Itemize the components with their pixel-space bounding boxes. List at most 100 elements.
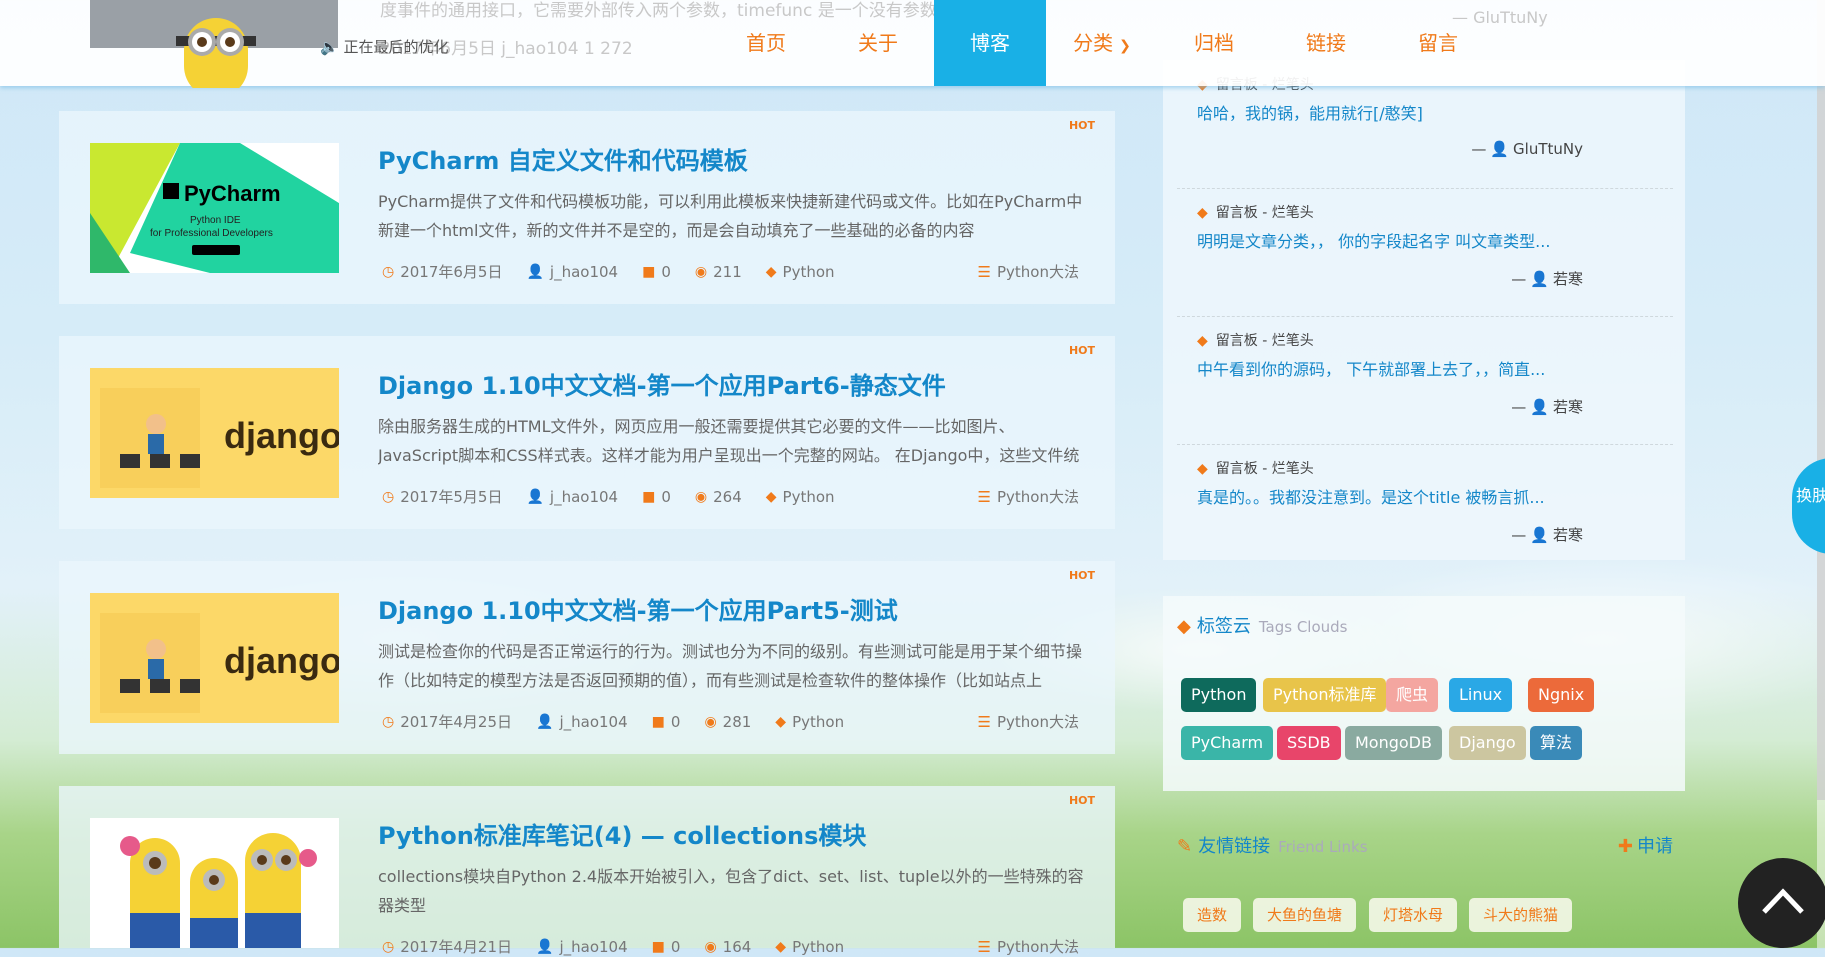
clock-icon: ◷ xyxy=(382,263,395,280)
plus-icon: ✚ xyxy=(1617,836,1633,857)
hot-badge: HOT xyxy=(1068,794,1095,807)
post-title[interactable]: Python标准库笔记(4) — collections模块 xyxy=(378,816,866,851)
tag-icon: ◆ xyxy=(775,938,787,955)
nav-item-guestbook[interactable]: 留言 xyxy=(1382,0,1494,86)
post-category[interactable]: ☰ Python大法 xyxy=(978,936,1079,957)
post-title[interactable]: Django 1.10中文文档-第一个应用Part5-测试 xyxy=(378,591,898,626)
user-icon: 👤 xyxy=(536,938,554,955)
nav-item-archive[interactable]: 归档 xyxy=(1158,0,1270,86)
post-card: Python标准库笔记(4) — collections模块 collectio… xyxy=(59,786,1115,956)
friend-links-panel: ✎ 友情链接 Friend Links ✚ 申请 造数 大鱼的鱼塘 灯塔水母 斗大的熊… xyxy=(1163,832,1685,948)
hot-badge: HOT xyxy=(1068,119,1095,132)
clock-icon: ◷ xyxy=(382,488,395,505)
post-card: django Django 1.10中文文档-第一个应用Part5-测试 测试是… xyxy=(59,561,1115,754)
bookmark-icon: ◆ xyxy=(1197,461,1208,477)
comment-source[interactable]: ◆留言板 - 烂笔头 xyxy=(1197,458,1314,478)
post-title[interactable]: Django 1.10中文文档-第一个应用Part6-静态文件 xyxy=(378,366,946,401)
now-playing[interactable]: 🔈 正在最后的优化 xyxy=(320,36,448,57)
comment-text[interactable]: 中午看到你的源码， 下午就部署上去了，，简直... xyxy=(1197,356,1545,380)
friend-link[interactable]: 大鱼的鱼塘 xyxy=(1253,898,1357,932)
nav-item-links[interactable]: 链接 xyxy=(1270,0,1382,86)
comment-source[interactable]: ◆留言板 - 烂笔头 xyxy=(1197,330,1314,350)
apply-link-button[interactable]: ✚ 申请 xyxy=(1618,832,1673,858)
post-category[interactable]: ☰ Python大法 xyxy=(978,261,1079,282)
list-icon: ☰ xyxy=(977,713,991,731)
main-nav: 首页 关于 博客 分类 ❯ 归档 链接 留言 xyxy=(710,0,1494,86)
tag-linux[interactable]: Linux xyxy=(1449,678,1513,712)
eye-icon: ◉ xyxy=(694,488,708,505)
nav-item-blog[interactable]: 博客 xyxy=(934,0,1046,86)
post-card: django Django 1.10中文文档-第一个应用Part6-静态文件 除… xyxy=(59,336,1115,529)
post-thumbnail-minions[interactable] xyxy=(90,818,339,948)
user-icon: 👤 xyxy=(526,263,544,280)
comment-text[interactable]: 明明是文章分类，， 你的字段起名字 叫文章类型... xyxy=(1197,228,1550,252)
now-playing-text: 正在最后的优化 xyxy=(343,38,449,56)
comment-text[interactable]: 真是的。。我都没注意到。是这个title 被畅言抓... xyxy=(1197,484,1545,508)
tags-icon: ◆ xyxy=(1177,616,1191,637)
tag-django[interactable]: Django xyxy=(1449,726,1526,760)
friend-link[interactable]: 造数 xyxy=(1183,898,1242,932)
tag-algorithm[interactable]: 算法 xyxy=(1530,726,1583,760)
tag-ngnix[interactable]: Ngnix xyxy=(1528,678,1595,712)
post-thumbnail-pycharm[interactable]: PyCharm Python IDE for Professional Deve… xyxy=(90,143,339,273)
comment-user: — 👤 若寒 xyxy=(1511,398,1583,416)
comment-text[interactable]: 哈哈，我的锅，能用就行[/憨笑] xyxy=(1197,100,1423,124)
friend-link[interactable]: 斗大的熊猫 xyxy=(1469,898,1573,932)
tag-python[interactable]: Python xyxy=(1181,678,1257,712)
back-to-top-button[interactable] xyxy=(1738,858,1825,948)
friend-link[interactable]: 灯塔水母 xyxy=(1369,898,1458,932)
list-icon: ☰ xyxy=(977,938,991,956)
tag-cloud-title: ◆ 标签云 Tags Clouds xyxy=(1177,616,1348,637)
post-meta: ◷ 2017年6月5日 👤 j_hao104 ■ 0 ◉ 211 ◆ Python xyxy=(382,262,835,282)
svg-text:PyCharm: PyCharm xyxy=(184,181,281,206)
comment-user: — 👤 GluTtuNy xyxy=(1471,140,1583,158)
tag-icon: ◆ xyxy=(765,263,777,280)
tag-icon: ◆ xyxy=(775,713,787,730)
site-header: 度事件的通用接口，它需要外部传入两个参数，timefunc 是一个没有参数的返 … xyxy=(0,0,1825,88)
post-excerpt: PyCharm提供了文件和代码模板功能，可以利用此模板来快捷新建代码或文件。比如… xyxy=(378,192,1083,240)
comment-item: ◆ 留言板 - 烂笔头 明明是文章分类，， 你的字段起名字 叫文章类型... — 👤… xyxy=(1177,188,1673,317)
post-meta: ◷ 2017年5月5日 👤 j_hao104 ■ 0 ◉ 264 ◆ Python xyxy=(382,487,835,507)
tag-mongodb[interactable]: MongoDB xyxy=(1345,726,1442,760)
eye-icon: ◉ xyxy=(694,263,708,280)
chevron-down-icon: ❯ xyxy=(1119,38,1131,54)
post-category[interactable]: ☰ Python大法 xyxy=(978,711,1079,732)
nav-item-category[interactable]: 分类 ❯ xyxy=(1046,0,1158,86)
post-meta: ◷ 2017年4月25日 👤 j_hao104 ■ 0 ◉ 281 ◆ Python xyxy=(382,712,845,732)
friend-links-title: ✎ 友情链接 Friend Links xyxy=(1177,836,1368,857)
bookmark-icon: ◆ xyxy=(1197,205,1208,221)
post-thumbnail-django[interactable]: django xyxy=(90,593,339,723)
tag-icon: ◆ xyxy=(765,488,777,505)
comment-user: — 👤 若寒 xyxy=(1511,526,1583,544)
tag-pycharm[interactable]: PyCharm xyxy=(1181,726,1274,760)
comment-user: — 👤 若寒 xyxy=(1511,270,1583,288)
clock-icon: ◷ xyxy=(382,938,395,955)
chevron-up-icon xyxy=(1762,888,1804,914)
user-icon: 👤 xyxy=(1530,270,1549,288)
comment-item: ◆ 留言板 - 烂笔头 真是的。。我都没注意到。是这个title 被畅言抓... … xyxy=(1177,444,1673,572)
user-icon: 👤 xyxy=(1530,398,1549,416)
eye-icon: ◉ xyxy=(704,938,717,955)
nav-item-about[interactable]: 关于 xyxy=(822,0,934,86)
paperclip-icon: ✎ xyxy=(1177,836,1193,857)
tag-python-stdlib[interactable]: Python标准库 xyxy=(1263,678,1387,712)
post-title[interactable]: PyCharm 自定义文件和代码模板 xyxy=(378,141,748,176)
comment-icon: ■ xyxy=(642,263,656,280)
nav-item-home[interactable]: 首页 xyxy=(710,0,822,86)
comment-source[interactable]: ◆留言板 - 烂笔头 xyxy=(1197,202,1314,222)
post-meta: ◷ 2017年4月21日 👤 j_hao104 ■ 0 ◉ 164 ◆ Python xyxy=(382,937,845,957)
post-thumbnail-django[interactable]: django xyxy=(90,368,339,498)
change-skin-button[interactable]: 换肤 xyxy=(1792,458,1825,554)
hot-badge: HOT xyxy=(1068,569,1095,582)
comment-icon: ■ xyxy=(642,488,656,505)
tag-crawler[interactable]: 爬虫 xyxy=(1386,678,1439,712)
svg-text:django: django xyxy=(224,415,339,456)
comment-icon: ■ xyxy=(651,938,665,955)
list-icon: ☰ xyxy=(977,263,991,281)
post-excerpt: collections模块自Python 2.4版本开始被引入，包含了dict、… xyxy=(378,867,1084,915)
post-category[interactable]: ☰ Python大法 xyxy=(978,486,1079,507)
scrollbar-thumb[interactable] xyxy=(1817,0,1825,800)
clock-icon: ◷ xyxy=(382,713,395,730)
tag-ssdb[interactable]: SSDB xyxy=(1277,726,1341,760)
minion-mascot-icon[interactable] xyxy=(172,8,260,88)
